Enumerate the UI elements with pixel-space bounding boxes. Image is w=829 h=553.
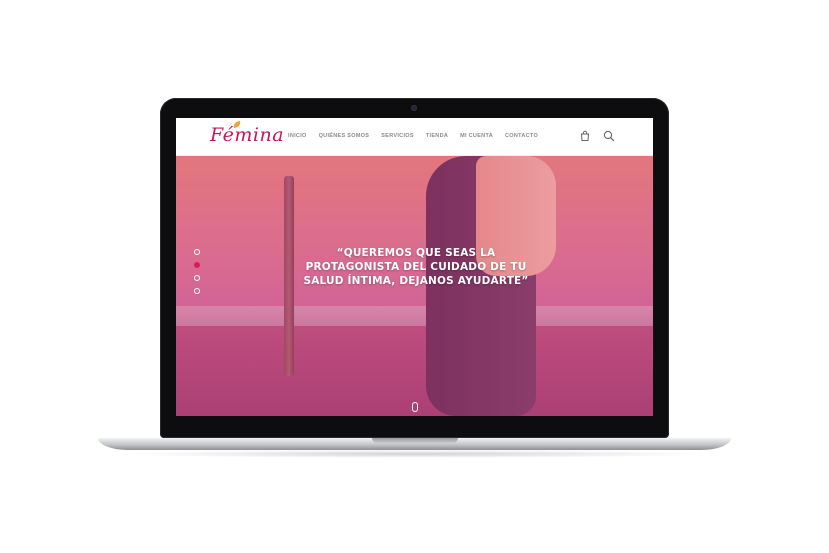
laptop-shadow xyxy=(120,450,710,458)
main-nav: INICIO QUIÉNES SOMOS SERVICIOS TIENDA MI… xyxy=(288,133,538,139)
slider-dot-4[interactable] xyxy=(194,288,200,294)
search-icon[interactable] xyxy=(603,130,615,142)
cart-icon[interactable] xyxy=(579,130,591,142)
slider-dot-2[interactable] xyxy=(194,262,200,268)
site-logo[interactable]: Fémina xyxy=(210,124,284,146)
laptop-screen: Fémina INICIO QUIÉNES SOMOS SERVICIOS TI… xyxy=(176,118,653,416)
slider-dot-1[interactable] xyxy=(194,249,200,255)
header-icons xyxy=(579,130,615,142)
nav-item-tienda[interactable]: TIENDA xyxy=(426,133,448,139)
site-header: Fémina INICIO QUIÉNES SOMOS SERVICIOS TI… xyxy=(176,118,653,156)
laptop-lid: Fémina INICIO QUIÉNES SOMOS SERVICIOS TI… xyxy=(160,98,669,438)
nav-item-servicios[interactable]: SERVICIOS xyxy=(381,133,414,139)
camera-icon xyxy=(411,105,417,111)
hero-slider: “QUEREMOS QUE SEAS LA PROTAGONISTA DEL C… xyxy=(176,156,653,416)
scroll-down-icon[interactable] xyxy=(412,402,418,412)
nav-item-quienes-somos[interactable]: QUIÉNES SOMOS xyxy=(319,133,370,139)
nav-item-mi-cuenta[interactable]: MI CUENTA xyxy=(460,133,493,139)
nav-item-inicio[interactable]: INICIO xyxy=(288,133,307,139)
laptop-notch xyxy=(372,438,458,443)
hero-quote: “QUEREMOS QUE SEAS LA PROTAGONISTA DEL C… xyxy=(303,247,529,287)
laptop-base xyxy=(98,438,731,450)
slider-dots xyxy=(194,249,200,294)
slider-dot-3[interactable] xyxy=(194,275,200,281)
nav-item-contacto[interactable]: CONTACTO xyxy=(505,133,538,139)
